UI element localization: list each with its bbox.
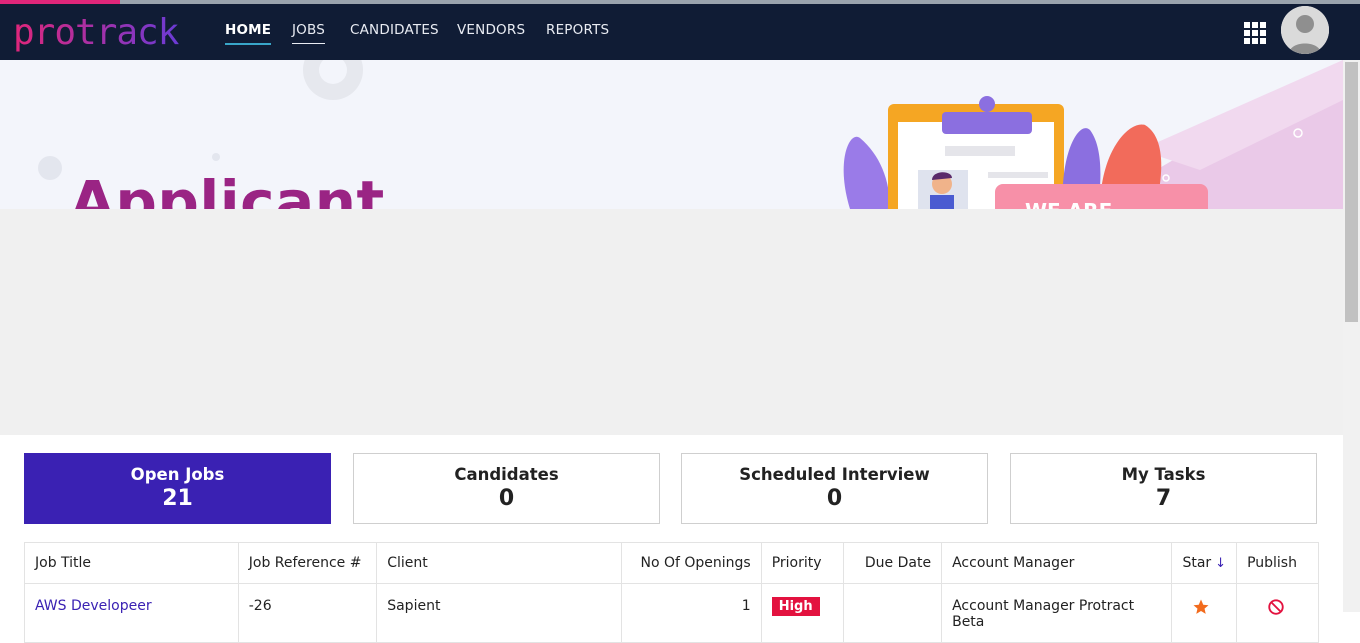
stat-card-open-jobs[interactable]: Open Jobs 21 (24, 453, 331, 524)
stat-label: Open Jobs (130, 465, 225, 484)
account-manager-cell: Account Manager Protract Beta (941, 583, 1173, 643)
due-date-cell (842, 583, 943, 643)
col-header-openings[interactable]: No Of Openings (621, 542, 762, 584)
protrack-logo[interactable]: protrack (13, 8, 188, 52)
col-header-star[interactable]: Star ↓ (1171, 542, 1238, 584)
col-header-client[interactable]: Client (376, 542, 623, 584)
stat-label: Candidates (454, 465, 559, 484)
star-icon[interactable] (1192, 598, 1210, 616)
col-header-account-manager[interactable]: Account Manager (941, 542, 1173, 584)
page-scrollbar[interactable] (1343, 60, 1360, 612)
stat-label: My Tasks (1121, 465, 1206, 484)
stat-label: Scheduled Interview (739, 465, 930, 484)
top-navbar: protrack HOME JOBS CANDIDATES VENDORS RE… (0, 4, 1360, 60)
apps-grid-icon[interactable] (1244, 22, 1266, 44)
job-reference-cell: -26 (237, 583, 378, 643)
hero-title: Applicant (70, 168, 385, 209)
stat-value: 0 (498, 486, 515, 511)
col-header-job-reference[interactable]: Job Reference # (237, 542, 378, 584)
svg-text:WE ARE: WE ARE (1025, 199, 1112, 209)
nav-home[interactable]: HOME (225, 22, 272, 45)
stat-value: 7 (1155, 486, 1172, 511)
stat-card-scheduled-interview[interactable]: Scheduled Interview 0 (681, 453, 988, 524)
col-header-due-date[interactable]: Due Date (842, 542, 943, 584)
col-header-priority[interactable]: Priority (760, 542, 844, 584)
table-row: AWS Developeer -26 Sapient 1 High Accoun… (24, 583, 1319, 643)
nav-reports[interactable]: REPORTS (546, 22, 609, 38)
nav-jobs[interactable]: JOBS (292, 22, 326, 44)
nav-candidates[interactable]: CANDIDATES (350, 22, 439, 38)
stat-card-my-tasks[interactable]: My Tasks 7 (1010, 453, 1317, 524)
sort-desc-arrow-icon: ↓ (1215, 556, 1227, 571)
priority-badge: High (771, 597, 820, 616)
user-silhouette-icon (1281, 6, 1329, 54)
stat-value: 21 (162, 486, 193, 511)
jobs-table: Job Title Job Reference # Client No Of O… (24, 542, 1319, 643)
scrollbar-thumb[interactable] (1345, 62, 1358, 322)
openings-cell: 1 (621, 583, 762, 643)
hero-banner: WE ARE Applicant (0, 60, 1343, 209)
stat-card-candidates[interactable]: Candidates 0 (353, 453, 660, 524)
user-avatar[interactable] (1281, 6, 1329, 54)
unpublished-icon[interactable] (1267, 598, 1285, 616)
stat-value: 0 (826, 486, 843, 511)
svg-text:protrack: protrack (13, 12, 180, 52)
col-header-publish[interactable]: Publish (1236, 542, 1319, 584)
nav-vendors[interactable]: VENDORS (457, 22, 525, 38)
col-header-job-title[interactable]: Job Title (24, 542, 239, 584)
client-cell: Sapient (376, 583, 623, 643)
banner-placeholder-area (0, 209, 1343, 435)
table-header-row: Job Title Job Reference # Client No Of O… (24, 542, 1319, 584)
